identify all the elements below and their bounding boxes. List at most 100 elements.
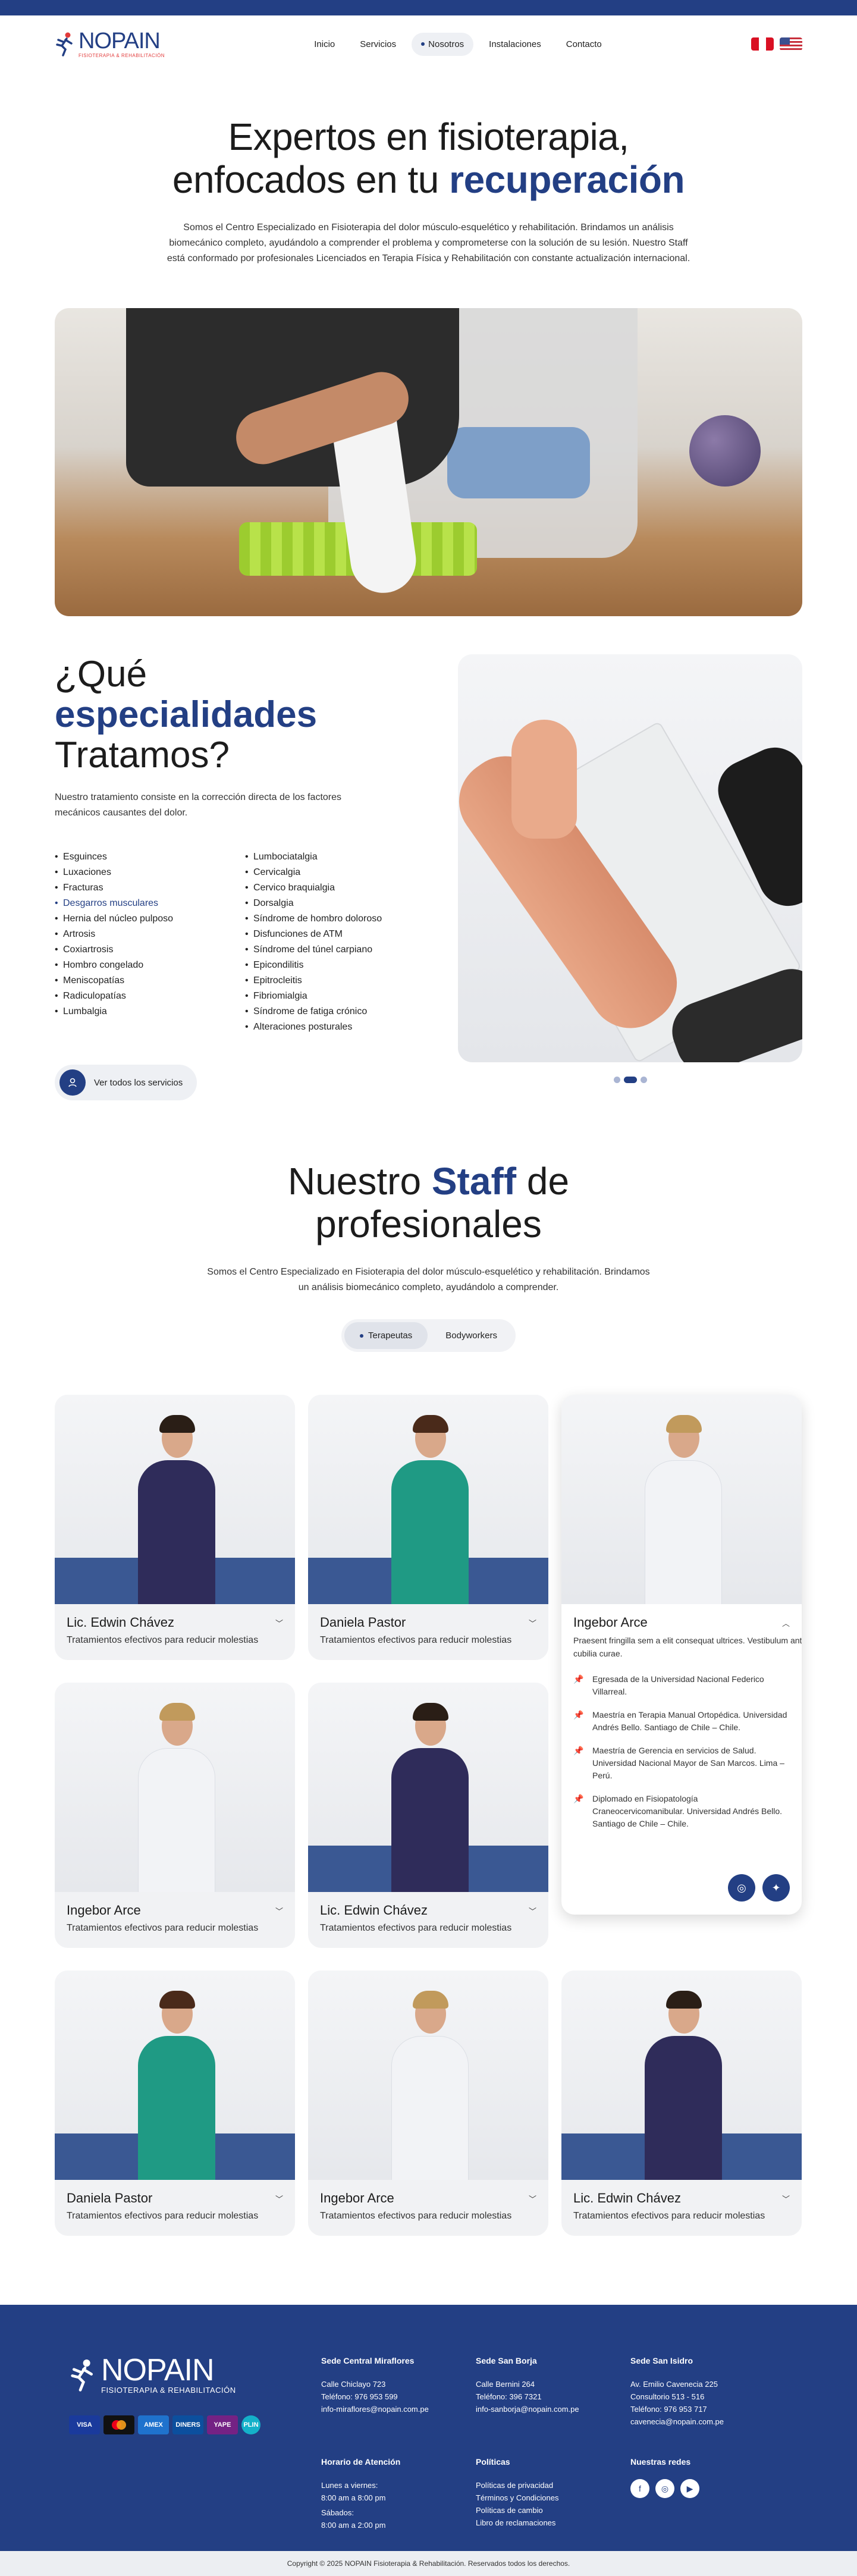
carousel-dot[interactable]: [613, 1077, 620, 1083]
chevron-down-icon[interactable]: ﹀: [275, 1617, 283, 1629]
footer-line[interactable]: info-miraflores@nopain.com.pe: [321, 2403, 429, 2415]
footer-col-title: Horario de Atención: [321, 2457, 401, 2467]
payment-methods: VISA AMEX DINERS YAPE PLIN: [69, 2415, 260, 2434]
footer-line[interactable]: Teléfono: 396 7321: [476, 2390, 579, 2403]
peru-flag-icon[interactable]: [751, 37, 774, 51]
footer-link[interactable]: Libro de reclamaciones: [476, 2517, 558, 2529]
footer-logo-subtitle: FISIOTERAPIA & REHABILITACIÓN: [101, 2386, 236, 2395]
staff-card[interactable]: Lic. Edwin Chávez ﹀ Tratamientos efectivos…: [561, 1971, 802, 2236]
chevron-down-icon[interactable]: ﹀: [529, 1905, 536, 1916]
list-item: Hernia del núcleo pulposo: [55, 911, 209, 927]
footer-sede-sanisidro: Sede San Isidro Av. Emilio Cavenecia 225…: [630, 2355, 724, 2428]
tab-terapeutas[interactable]: Terapeutas: [344, 1322, 428, 1349]
staff-name: Daniela Pastor: [67, 2191, 153, 2205]
instagram-icon[interactable]: ◎: [728, 1874, 755, 1902]
staff-name: Ingebor Arce: [573, 1615, 648, 1630]
chevron-up-icon[interactable]: ︿: [782, 1617, 790, 1629]
chevron-down-icon[interactable]: ﹀: [275, 1905, 283, 1916]
footer-link[interactable]: Términos y Condiciones: [476, 2492, 558, 2504]
staff-card[interactable]: Daniela Pastor ﹀ Tratamientos efectivos pa…: [55, 1971, 295, 2236]
list-item: Epitrocleitis: [245, 973, 400, 989]
mastercard-icon: [103, 2415, 134, 2434]
active-dot-icon: [360, 1334, 364, 1338]
list-item: Cervicalgia: [245, 865, 400, 880]
instagram-icon[interactable]: ◎: [655, 2479, 674, 2498]
staff-card-expanded[interactable]: Ingebor Arce ︿ Praesent fringilla sem a e…: [561, 1395, 802, 1915]
usa-flag-icon[interactable]: [779, 37, 802, 51]
nav-nosotros-label: Nosotros: [428, 39, 464, 49]
footer-line[interactable]: Teléfono: 976 953 717: [630, 2403, 724, 2415]
footer-link[interactable]: Políticas de privacidad: [476, 2479, 558, 2492]
chevron-down-icon[interactable]: ﹀: [275, 2193, 283, 2204]
footer-link[interactable]: Políticas de cambio: [476, 2504, 558, 2517]
all-services-button[interactable]: Ver todos los servicios: [55, 1065, 197, 1100]
staff-grid: Lic. Edwin Chávez ﹀ Tratamientos efectivos…: [55, 1395, 802, 2239]
footer-line: Calle Chiclayo 723: [321, 2380, 386, 2389]
staff-photo: [55, 1683, 295, 1892]
copyright: Copyright © 2025 NOPAIN Fisioterapia & R…: [0, 2551, 857, 2576]
list-item[interactable]: Desgarros musculares: [55, 896, 209, 911]
main-nav: Inicio Servicios Nosotros Instalaciones …: [304, 32, 611, 56]
staff-card[interactable]: Lic. Edwin Chávez ﹀ Tratamientos efectivos…: [55, 1395, 295, 1660]
list-item: Luxaciones: [55, 865, 209, 880]
nav-instalaciones[interactable]: Instalaciones: [479, 33, 551, 56]
credential-text: Egresada de la Universidad Nacional Fede…: [592, 1674, 764, 1696]
list-item: Artrosis: [55, 927, 209, 942]
staff-card[interactable]: Ingebor Arce ﹀ Tratamientos efectivos para…: [308, 1971, 548, 2236]
list-item: Epicondilitis: [245, 958, 400, 973]
nav-inicio[interactable]: Inicio: [304, 33, 344, 56]
list-item: Esguinces: [55, 849, 209, 865]
staff-title: Nuestro Staff de profesionales: [0, 1160, 857, 1245]
facebook-icon[interactable]: f: [630, 2479, 649, 2498]
staff-photo: [308, 1395, 548, 1604]
footer-line: Av. Emilio Cavenecia 225: [630, 2380, 718, 2389]
chevron-down-icon[interactable]: ﹀: [529, 1617, 536, 1629]
list-item: Hombro congelado: [55, 958, 209, 973]
chevron-down-icon[interactable]: ﹀: [782, 2193, 790, 2204]
nav-contacto[interactable]: Contacto: [557, 33, 611, 56]
language-switcher: [751, 37, 802, 51]
nav-servicios[interactable]: Servicios: [350, 33, 406, 56]
carousel-dot[interactable]: [640, 1077, 647, 1083]
hero-title-line2: enfocados en tu: [172, 158, 450, 201]
credential-text: Maestría de Gerencia en servicios de Sal…: [592, 1746, 784, 1780]
footer-line[interactable]: Teléfono: 976 953 599: [321, 2390, 429, 2403]
footer-logo[interactable]: NOPAIN FISIOTERAPIA & REHABILITACIÓN: [69, 2355, 236, 2395]
staff-desc: Tratamientos efectivos para reducir mole…: [67, 1635, 259, 1645]
carousel-dots: [458, 1077, 802, 1083]
staff-title-pre: Nuestro: [287, 1160, 432, 1203]
staff-title-post: de: [516, 1160, 570, 1203]
list-item: Alteraciones posturales: [245, 1019, 400, 1035]
staff-photo: [561, 1971, 802, 2180]
footer-line[interactable]: cavenecia@nopain.com.pe: [630, 2415, 724, 2428]
staff-name: Lic. Edwin Chávez: [320, 1903, 428, 1918]
active-dot-icon: [421, 42, 425, 46]
staff-name: Lic. Edwin Chávez: [67, 1615, 174, 1630]
footer-line[interactable]: info-sanborja@nopain.com.pe: [476, 2403, 579, 2415]
staff-card[interactable]: Ingebor Arce ﹀ Tratamientos efectivos para…: [55, 1683, 295, 1948]
all-services-label: Ver todos los servicios: [94, 1077, 183, 1088]
twitter-icon[interactable]: ✦: [762, 1874, 790, 1902]
youtube-icon[interactable]: ▶: [680, 2479, 699, 2498]
pin-icon: 📌: [573, 1674, 584, 1684]
logo[interactable]: NOPAIN FISIOTERAPIA & REHABILITACIÓN: [55, 30, 165, 58]
staff-text: Somos el Centro Especializado en Fisiote…: [207, 1267, 650, 1292]
hero-title-line1: Expertos en fisioterapia,: [228, 115, 629, 158]
chevron-down-icon[interactable]: ﹀: [529, 2193, 536, 2204]
staff-card[interactable]: Lic. Edwin Chávez ﹀ Tratamientos efectivos…: [308, 1683, 548, 1948]
staff-desc: Tratamientos efectivos para reducir mole…: [320, 2211, 512, 2221]
specialties-section: ¿Qué especialidades Tratamos? Nuestro tr…: [0, 654, 857, 1100]
credential-text: Diplomado en Fisiopatología Craneocervic…: [592, 1794, 783, 1828]
tab-bodyworkers[interactable]: Bodyworkers: [430, 1322, 513, 1349]
footer-horario: Horario de Atención Lunes a viernes: 8:0…: [321, 2456, 400, 2531]
footer-line: 8:00 am a 8:00 pm: [321, 2493, 386, 2502]
nav-nosotros[interactable]: Nosotros: [412, 32, 474, 56]
carousel-dot-active[interactable]: [623, 1077, 637, 1083]
hero-title: Expertos en fisioterapia, enfocados en t…: [0, 115, 857, 201]
list-item: Meniscopatías: [55, 973, 209, 989]
staff-card[interactable]: Daniela Pastor ﹀ Tratamientos efectivos pa…: [308, 1395, 548, 1660]
credential-item: 📌 Maestría en Terapia Manual Ortopédica. …: [573, 1709, 790, 1734]
staff-photo: [561, 1395, 802, 1604]
list-item: Síndrome del túnel carpiano: [245, 942, 400, 958]
staff-name: Ingebor Arce: [320, 2191, 394, 2205]
